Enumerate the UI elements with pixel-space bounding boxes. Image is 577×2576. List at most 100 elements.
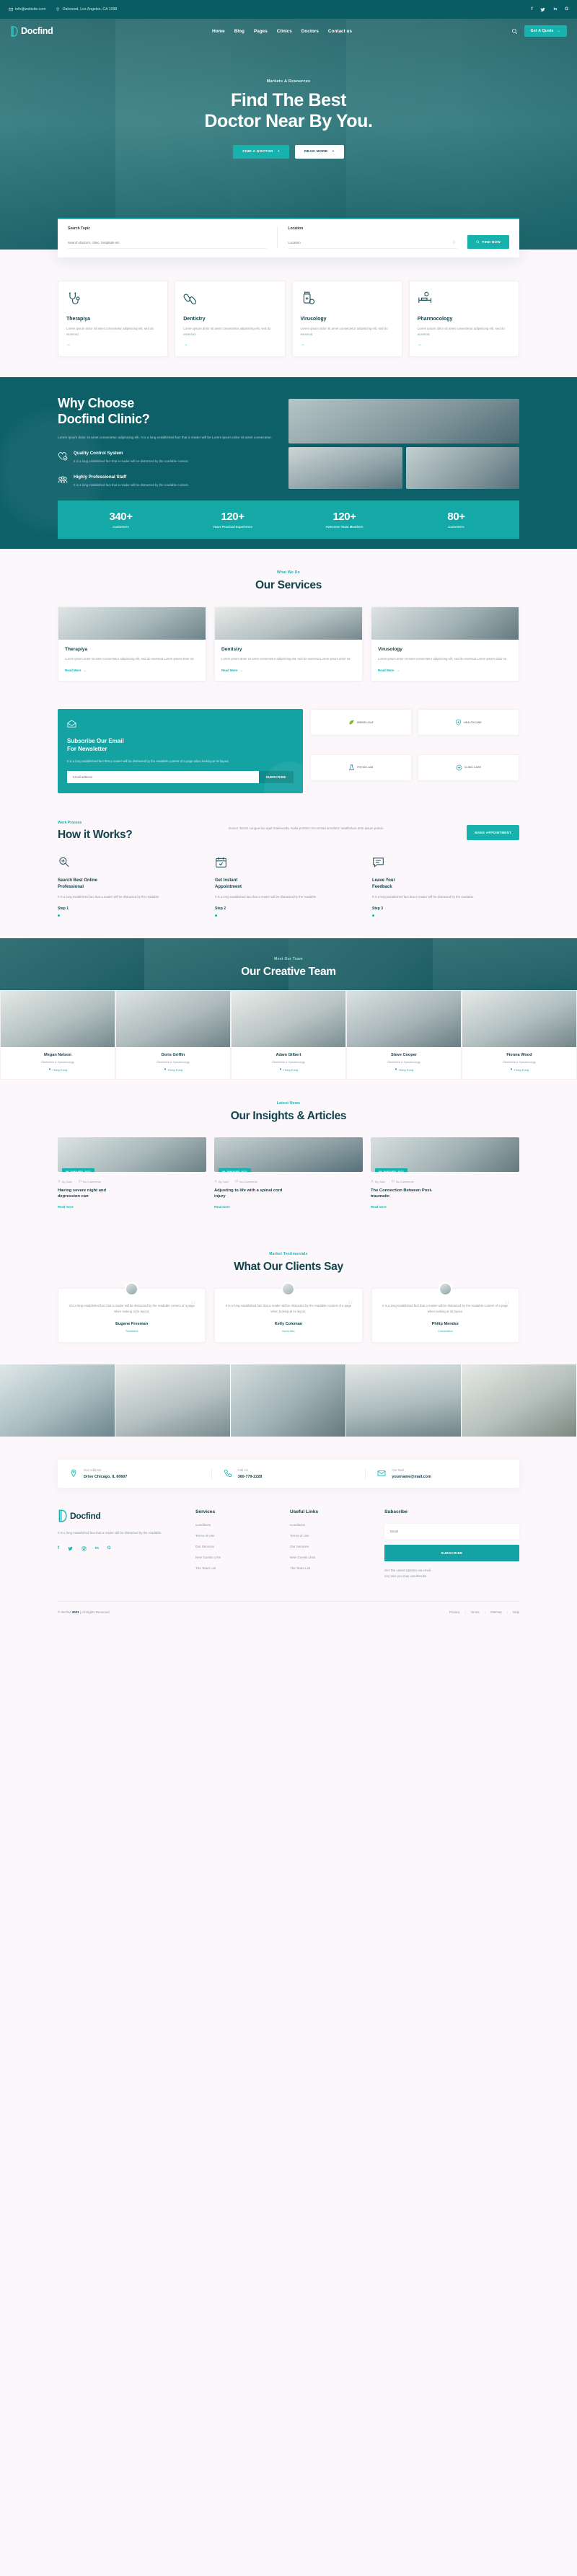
footer-link[interactable]: New Guests Lists [290, 1556, 373, 1559]
footer-link[interactable]: The Team List [195, 1566, 278, 1570]
nav-item-pages[interactable]: Pages [254, 29, 268, 34]
make-appointment-button[interactable]: MAKE APPOINTMENT [467, 825, 519, 841]
search-icon[interactable] [511, 28, 518, 35]
social-facebook-icon[interactable]: f [531, 7, 532, 12]
blog-title: Our Insights & Articles [230, 1109, 347, 1122]
copyright-year: 2021 [71, 1610, 79, 1615]
footer-link[interactable]: Terms of Use [290, 1534, 373, 1538]
testimonial-card: It is a long established fact that a rea… [58, 1282, 206, 1343]
footer-link[interactable]: Conditions [195, 1523, 278, 1527]
quote-icon [348, 1300, 353, 1304]
footer-useful-links-column: Useful Links Conditions Terms of Use Our… [290, 1509, 373, 1579]
social-linkedin-icon[interactable]: in [95, 1546, 99, 1551]
site-footer: Docfind It is a long established fact th… [58, 1488, 519, 1579]
arrow-right-icon[interactable]: → [418, 343, 511, 347]
testimonials-title: What Our Clients Say [234, 1260, 343, 1273]
legal-link-help[interactable]: Help [513, 1610, 519, 1614]
hero-title-line2: Doctor Near By You. [204, 111, 373, 132]
team-member-name: Megan Nelson [44, 1052, 71, 1057]
docfind-logo-icon [11, 25, 18, 37]
team-section: Meet Our Team Our Creative Team Megan Ne… [0, 938, 577, 1080]
service-read-more[interactable]: Read More → [65, 669, 199, 672]
social-google-icon[interactable]: G [107, 1546, 111, 1551]
topbar-email[interactable]: info@website.com [9, 7, 45, 12]
blog-post-read-more[interactable]: Read more [371, 1205, 519, 1209]
team-member-card[interactable]: Doris Griffin Obstetrics & Gynaecology H… [115, 989, 231, 1080]
get-a-quote-button[interactable]: Get A Quote → [524, 25, 567, 37]
team-member-card[interactable]: Adam Gilbert Obstetrics & Gynaecology Ho… [231, 989, 346, 1080]
why-choose-title: Why Choose Docfind Clinic? [58, 396, 274, 427]
feature-card-pharmocology[interactable]: Pharmocology Lorem ipsum dolor sit amet … [408, 281, 519, 358]
testimonial-card: It is a long established fact that a rea… [371, 1282, 519, 1343]
footer-link[interactable]: New Guests Lists [195, 1556, 278, 1559]
location-pin-icon [279, 1068, 281, 1071]
feature-card-virusology[interactable]: Virusology Lorem ipsum dolor sit amet co… [291, 281, 402, 358]
search-topic-input[interactable] [68, 241, 268, 249]
service-read-more[interactable]: Read More → [378, 669, 512, 672]
arrow-right-icon[interactable]: → [66, 343, 159, 347]
footer-link[interactable]: Our Services [290, 1545, 373, 1548]
footer-about: It is a long established fact that a rea… [58, 1530, 162, 1535]
footer-link[interactable]: Our Services [195, 1545, 278, 1548]
find-now-button[interactable]: FIND NOW [467, 235, 509, 249]
team-member-location: Hong Kong [352, 1068, 456, 1072]
read-more-button[interactable]: READ MORE + [294, 144, 344, 159]
nav-item-clinics[interactable]: Clinics [277, 29, 292, 34]
testimonial-text: It is a long established fact that a rea… [225, 1303, 352, 1313]
how-step-3: Leave Your Feedback It is a long establi… [372, 856, 519, 917]
footer-logo[interactable]: Docfind [58, 1509, 184, 1522]
site-logo[interactable]: Docfind [10, 25, 53, 37]
team-member-card[interactable]: Steve Cooper Obstetrics & Gynaecology Ho… [346, 989, 462, 1080]
service-card[interactable]: Dentistry Lorem ipsum dolor sit amet con… [214, 606, 363, 682]
testimonials-eyebrow: Market Testimonials [269, 1251, 308, 1256]
social-twitter-icon[interactable] [68, 1546, 73, 1551]
arrow-right-icon[interactable]: → [301, 343, 394, 347]
search-location-input[interactable] [288, 241, 458, 249]
team-member-role: Obstetrics & Gynaecology [156, 1059, 190, 1064]
blog-post-read-more[interactable]: Read more [214, 1205, 363, 1209]
nav-item-doctors[interactable]: Doctors [301, 29, 319, 34]
feature-card-dentistry[interactable]: Dentistry Lorem ipsum dolor sit amet con… [175, 281, 286, 358]
footer-subscribe-button[interactable]: SUBSCRIBE [384, 1544, 519, 1561]
newsletter-subscribe-button[interactable]: SUBSCRIBE [258, 771, 294, 784]
social-google-icon[interactable]: G [565, 7, 568, 12]
legal-link-terms[interactable]: Terms [471, 1610, 480, 1614]
how-step-text: It is a long established fact that a rea… [58, 895, 160, 899]
topbar-address[interactable]: Oakwood, Los Angeles, CA 1098 [56, 7, 117, 12]
blog-post-card[interactable]: 09 JANUARY, 2021 By Josh No Comments The… [371, 1137, 519, 1209]
testimonial-text: It is a long established fact that a rea… [382, 1303, 508, 1313]
footer-link[interactable]: The Team List [290, 1566, 373, 1570]
social-twitter-icon[interactable] [540, 7, 545, 12]
footer-email-input[interactable] [384, 1523, 519, 1539]
shield-brand-icon [456, 719, 461, 725]
team-member-card[interactable]: Megan Nelson Obstetrics & Gynaecology Ho… [0, 989, 115, 1080]
how-step-dots [215, 914, 362, 917]
arrow-right-icon[interactable]: → [183, 343, 276, 347]
footer-link[interactable]: Terms of Use [195, 1534, 278, 1538]
how-paragraph: Donec rutrum congue leo eget malesuada. … [229, 826, 384, 831]
footer-subscribe-note-l1: Get The Latest Updates via email. [384, 1568, 431, 1572]
nav-item-home[interactable]: Home [212, 29, 225, 34]
nav-item-contact-us[interactable]: Contact us [328, 29, 352, 34]
team-member-card[interactable]: Fionna Wood Obstetrics & Gynaecology Hon… [462, 989, 577, 1080]
social-facebook-icon[interactable]: f [58, 1546, 59, 1551]
avatar [281, 1282, 296, 1296]
footer-services-column: Services Conditions Terms of Use Our Ser… [195, 1509, 278, 1579]
social-instagram-icon[interactable] [82, 1546, 87, 1551]
social-linkedin-icon[interactable]: in [553, 7, 557, 12]
service-card[interactable]: Virusology Lorem ipsum dolor sit amet co… [371, 606, 519, 682]
service-card[interactable]: Therapiya Lorem ipsum dolor sit amet con… [58, 606, 206, 682]
blog-post-card[interactable]: 09 JANUARY, 2021 By Josh No Comments Adj… [214, 1137, 363, 1209]
nav-item-blog[interactable]: Blog [234, 29, 245, 34]
legal-link-sitemap[interactable]: Sitemap [490, 1610, 502, 1614]
blog-post-card[interactable]: 09 JANUARY, 2021 By Josh No Comments Hav… [58, 1137, 206, 1209]
feature-card-therapiya[interactable]: Therapiya Lorem ipsum dolor sit amet con… [58, 281, 169, 358]
get-a-quote-label: Get A Quote [530, 29, 554, 33]
legal-link-privacy[interactable]: Privacy [449, 1610, 459, 1614]
blog-post-read-more[interactable]: Read more [58, 1205, 206, 1209]
service-read-more[interactable]: Read More → [221, 669, 356, 672]
newsletter-email-input[interactable] [67, 771, 259, 784]
footer-link[interactable]: Conditions [290, 1523, 373, 1527]
find-a-doctor-button[interactable]: FIND A DOCTOR + [233, 144, 289, 159]
user-icon [58, 1180, 61, 1183]
